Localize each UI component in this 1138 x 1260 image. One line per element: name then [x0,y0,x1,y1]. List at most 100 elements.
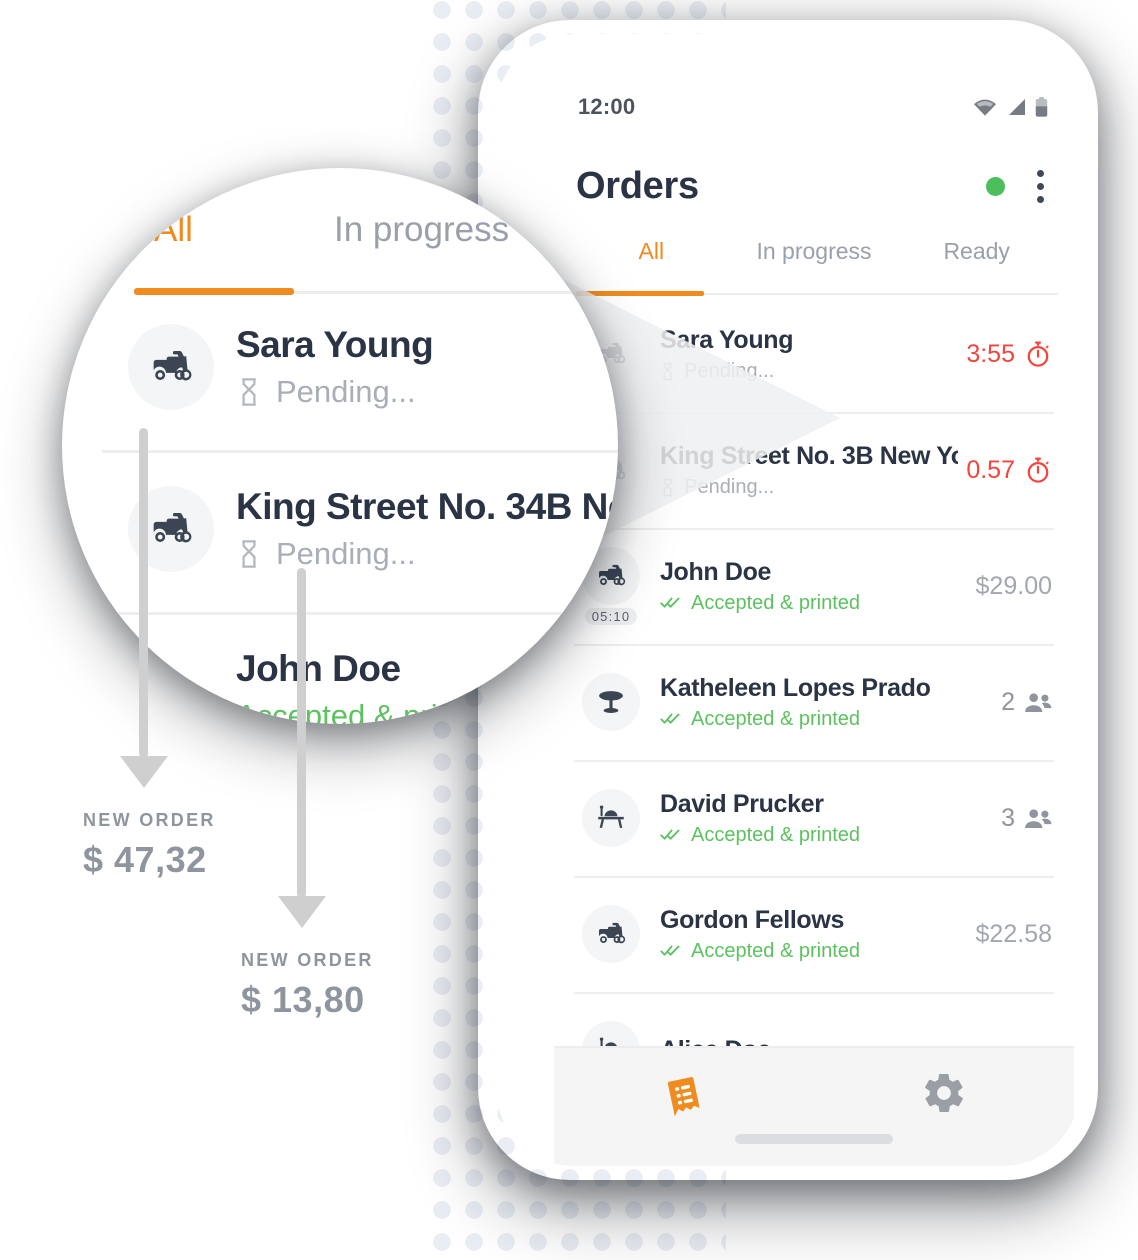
tab-bar: All In progress Ready [554,234,1074,296]
stopwatch-icon [1024,340,1052,368]
magnifier-row-0[interactable]: Sara Young Pending... [128,324,618,410]
order-value: $29.00 [968,572,1052,601]
magnifier-divider [102,450,618,453]
order-value-text: $29.00 [975,571,1052,600]
battery-icon [1035,97,1048,117]
order-body: David Prucker Accepted & printed [648,790,993,847]
order-customer-name: David Prucker [660,789,824,818]
order-avatar-wrap [574,789,648,847]
order-row[interactable]: King Street No. 3B New York Pending... 0.5… [554,412,1074,528]
order-value: $22.58 [968,920,1052,949]
status-bar-clock: 12:00 [578,94,636,119]
magnifier-tab-in-progress[interactable]: In progress [334,210,509,272]
order-status-text: Pending... [684,475,775,498]
hourglass-icon [236,539,262,569]
order-value-text: 0.57 [966,455,1015,484]
order-value: 3:55 [958,340,1052,369]
double-check-icon [660,944,682,958]
scooter-delivery-icon [582,905,640,963]
page-title: Orders [576,164,699,207]
order-status-text: Pending... [684,359,775,382]
hourglass-icon [660,478,675,497]
magnifier-row-2[interactable]: John Doe Accepted & printed [128,648,618,724]
people-icon [1024,808,1052,829]
order-status: Accepted & printed [660,708,993,731]
order-list: Sara Young Pending... 3:55 King Street No. … [554,296,1074,1108]
order-customer-name: Katheleen Lopes Prado [660,673,931,702]
magnifier-row-status: Accepted & printed [236,698,498,724]
order-status-text: Accepted & printed [691,823,860,846]
order-body: Katheleen Lopes Prado Accepted & printed [648,674,993,731]
double-check-icon [660,828,682,842]
settings-gear-icon [921,1070,967,1116]
magnifier-tab-bar: All In progress [154,210,618,272]
home-indicator[interactable] [735,1134,893,1144]
order-value: 0.57 [958,456,1052,485]
order-value: 3 [993,804,1052,833]
magnifier-row-status: Pending... [276,374,416,409]
annotation-arrow-line-2 [297,568,306,898]
magnifier-row-name: King Street No. 34B New York [236,486,618,527]
nav-item-orders[interactable] [554,1070,814,1124]
magnifier-tab-indicator [134,288,294,295]
online-status-dot [986,176,1005,196]
order-row[interactable]: Sara Young Pending... 3:55 [554,296,1074,412]
people-icon [1024,692,1052,713]
cellular-signal-icon [1006,98,1026,116]
order-row[interactable]: David Prucker Accepted & printed 3 [554,760,1074,876]
order-value-text: $22.58 [975,919,1052,948]
phone-screen: 12:00 Orders All In progress Ready Sara … [554,76,1074,1166]
stopwatch-icon [1024,456,1052,484]
magnifier-row-status: Pending... [276,536,416,571]
bottom-navigation [554,1046,1074,1166]
status-bar-icons [973,97,1048,117]
order-body: Gordon Fellows Accepted & printed [648,906,968,963]
order-status: Accepted & printed [660,592,968,615]
order-row[interactable]: Katheleen Lopes Prado Accepted & printed 2 [554,644,1074,760]
order-status: Pending... [660,360,958,383]
order-row[interactable]: 05:10 John Doe Accepted & printed $29.00 [554,528,1074,644]
scooter-delivery-icon [128,324,214,410]
hourglass-icon [236,377,262,407]
annotation-amount: $ 47,32 [83,839,207,880]
order-status-text: Accepted & printed [691,939,860,962]
annotation-amount: $ 13,80 [241,979,365,1020]
annotation-arrow-head-1 [120,756,168,788]
order-body: John Doe Accepted & printed [648,558,968,615]
order-status-text: Accepted & printed [691,591,860,614]
nav-item-settings[interactable] [814,1070,1074,1116]
annotation-new-order-2: NEW ORDER $ 13,80 [241,950,374,1021]
order-customer-name: John Doe [660,557,772,586]
dining-table-icon [582,789,640,847]
screenshot-stage: 12:00 Orders All In progress Ready Sara … [0,0,1138,1260]
magnifier-tab-all[interactable]: All [154,210,334,272]
order-status: Pending... [660,476,958,499]
more-options-icon[interactable] [1033,166,1048,207]
annotation-new-order-1: NEW ORDER $ 47,32 [83,810,216,881]
app-bar: Orders [554,138,1074,234]
order-customer-name: King Street No. 3B New York [660,441,959,470]
wifi-icon [973,98,997,116]
hourglass-icon [660,362,675,381]
magnifier-divider [72,612,618,615]
tab-in-progress[interactable]: In progress [733,234,896,296]
annotation-label: NEW ORDER [83,810,216,830]
order-avatar-wrap [574,905,648,963]
order-row[interactable]: Gordon Fellows Accepted & printed $22.58 [554,876,1074,992]
magnifier-row-1[interactable]: King Street No. 34B New York Pending... [128,486,618,572]
order-value-text: 3 [1001,803,1015,832]
order-customer-name: Sara Young [660,325,794,354]
annotation-arrow-head-2 [278,896,326,928]
tab-ready[interactable]: Ready [895,234,1058,296]
order-status-text: Accepted & printed [691,707,860,730]
order-status: Accepted & printed [660,940,968,963]
annotation-label: NEW ORDER [241,950,374,970]
order-body: Sara Young Pending... [648,326,958,383]
order-customer-name: Gordon Fellows [660,905,844,934]
order-value-text: 3:55 [966,339,1015,368]
order-value-text: 2 [1001,687,1015,716]
order-value: 2 [993,688,1052,717]
status-bar: 12:00 [554,76,1074,138]
orders-receipt-icon [657,1070,711,1124]
annotation-arrow-line-1 [139,428,148,758]
